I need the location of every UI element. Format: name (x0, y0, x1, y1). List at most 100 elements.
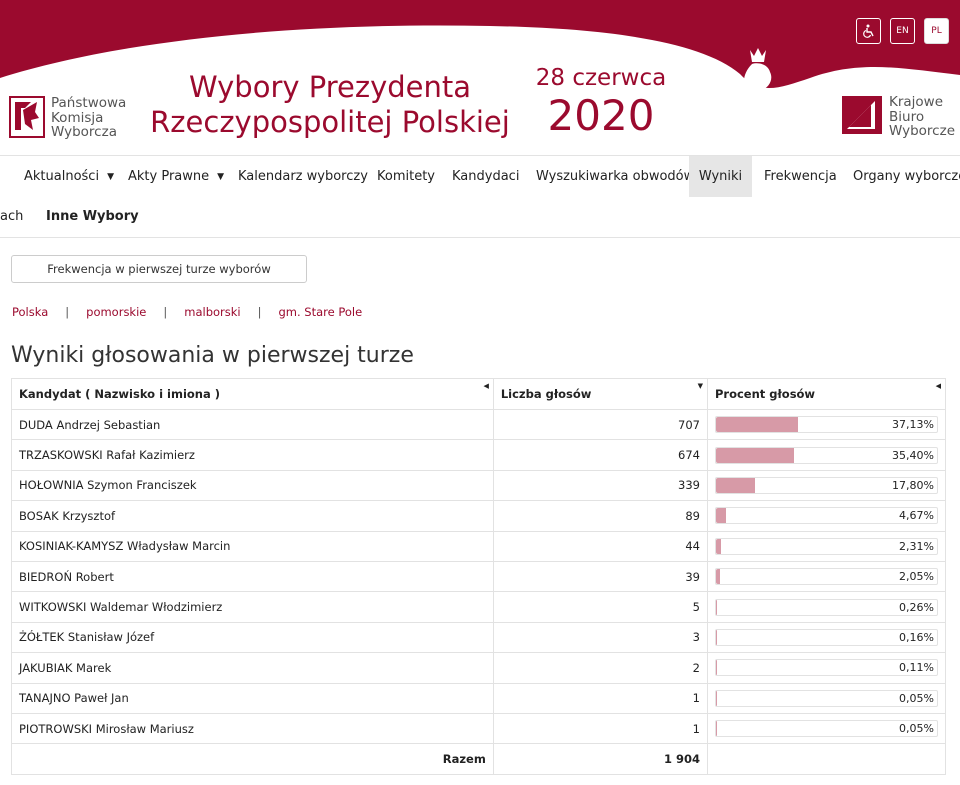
percent-cell: 4,67% (706, 500, 947, 532)
vote-count: 707 (492, 408, 708, 441)
sort-left-icon: ◀ (935, 382, 941, 390)
percent-cell: 37,13% (706, 408, 947, 441)
kbw-logo[interactable]: Krajowe Biuro Wyborcze (841, 95, 955, 139)
vote-count: 1 (492, 712, 708, 745)
kbw-logo-line: Biuro (889, 108, 925, 125)
pkw-logo[interactable]: Państwowa Komisja Wyborcza (9, 96, 126, 140)
kbw-logo-line: Wyborcze (889, 123, 955, 139)
subnav-item-inne-wybory[interactable]: Inne Wybory (46, 209, 139, 224)
table-row: BIEDROŃ Robert 39 2,05% (11, 560, 947, 593)
breadcrumb: Polska | pomorskie | malborski | gm. Stare … (12, 305, 362, 319)
percent-cell: 2,05% (706, 560, 947, 593)
percent-cell: 0,16% (706, 621, 947, 654)
lang-en-button[interactable]: EN (890, 18, 915, 44)
table-row: DUDA Andrzej Sebastian 707 37,13% (11, 408, 947, 441)
vote-count: 3 (492, 621, 708, 654)
column-header-label: Liczba głosów (500, 387, 592, 401)
breadcrumb-stare-pole[interactable]: gm. Stare Pole (278, 305, 362, 319)
nav-item-label: Kandydaci (452, 169, 520, 184)
percent-value: 2,31% (899, 539, 934, 553)
pkw-logo-icon (9, 96, 45, 138)
percent-bar: 37,13% (714, 416, 938, 434)
percent-cell: 0,05% (706, 682, 947, 714)
column-header-percent[interactable]: Procent głosów ◀ (706, 378, 947, 410)
top-buttons: EN PL (856, 18, 949, 44)
percent-bar: 0,26% (714, 598, 938, 616)
table-total-row: Razem 1 904 (11, 743, 947, 775)
column-header-votes[interactable]: Liczba głosów ▼ (492, 378, 708, 410)
lang-pl-button[interactable]: PL (924, 18, 949, 44)
nav-item-kandydaci[interactable]: Kandydaci (452, 156, 519, 197)
vote-count: 5 (492, 591, 708, 623)
nav-item-label: Wyniki (698, 169, 743, 184)
sort-down-icon: ▼ (697, 382, 703, 390)
column-header-label: Kandydat ( Nazwisko i imiona ) (19, 387, 220, 401)
percent-bar-fill (715, 417, 798, 433)
breadcrumb-malborski[interactable]: malborski (184, 305, 240, 319)
caret-down-icon: ▼ (107, 172, 114, 182)
percent-value: 4,67% (899, 509, 934, 523)
candidate-name: KOSINIAK-KAMYSZ Władysław Marcin (11, 530, 494, 562)
percent-value: 0,11% (899, 661, 934, 675)
percent-cell: 35,40% (706, 439, 947, 471)
candidate-name: DUDA Andrzej Sebastian (11, 408, 494, 441)
percent-value: 2,05% (899, 570, 934, 584)
vote-count: 39 (492, 560, 708, 593)
candidate-name: TRZASKOWSKI Rafał Kazimierz (11, 439, 494, 471)
candidate-name: JAKUBIAK Marek (11, 652, 494, 684)
subnav-item-partial[interactable]: ach (0, 209, 23, 224)
percent-cell: 2,31% (706, 530, 947, 562)
nav-item-akty-prawne[interactable]: Akty Prawne ▼ (128, 156, 224, 197)
percent-bar: 2,31% (714, 537, 938, 555)
percent-bar-fill (715, 477, 756, 493)
pkw-logo-line: Wyborcza (51, 124, 117, 140)
candidate-name: BOSAK Krzysztof (11, 500, 494, 532)
breadcrumb-pomorskie[interactable]: pomorskie (86, 305, 146, 319)
nav-item-label: Frekwencja (764, 169, 837, 184)
breadcrumb-separator: | (163, 305, 168, 319)
percent-bar: 35,40% (714, 446, 938, 464)
percent-bar: 2,05% (714, 568, 938, 586)
breadcrumb-polska[interactable]: Polska (12, 305, 48, 319)
nav-item-frekwencja[interactable]: Frekwencja (764, 156, 837, 197)
percent-bar: 0,11% (714, 659, 938, 677)
vote-count: 44 (492, 530, 708, 562)
percent-bar-fill (715, 508, 727, 524)
election-date-year: 2020 (547, 91, 655, 140)
table-row: JAKUBIAK Marek 2 0,11% (11, 652, 947, 684)
percent-bar: 17,80% (714, 476, 938, 494)
table-row: WITKOWSKI Waldemar Włodzimierz 5 0,26% (11, 591, 947, 623)
accessibility-button[interactable] (856, 18, 881, 44)
nav-item-kalendarz[interactable]: Kalendarz wyborczy (238, 156, 368, 197)
table-row: TANAJNO Paweł Jan 1 0,05% (11, 682, 947, 714)
table-row: TRZASKOWSKI Rafał Kazimierz 674 35,40% (11, 439, 947, 471)
turnout-button[interactable]: Frekwencja w pierwszej turze wyborów (11, 255, 307, 283)
table-row: PIOTROWSKI Mirosław Mariusz 1 0,05% (11, 712, 947, 745)
percent-bar: 0,05% (714, 689, 938, 707)
percent-value: 0,26% (899, 600, 934, 614)
election-date: 28 czerwca 2020 (530, 64, 672, 140)
nav-item-aktualnosci[interactable]: Aktualności ▼ (24, 156, 114, 197)
election-title-line1: Wybory Prezydenta (188, 70, 472, 104)
percent-cell: 0,26% (706, 591, 947, 623)
eagle-icon (730, 48, 780, 138)
main-nav: Aktualności ▼ Akty Prawne ▼ Kalendarz wybo… (0, 155, 960, 197)
nav-item-wyniki[interactable]: Wyniki (689, 156, 752, 197)
nav-item-label: Aktualności (24, 169, 100, 184)
nav-item-komitety[interactable]: Komitety (377, 156, 435, 197)
nav-item-wyszukiwarka[interactable]: Wyszukiwarka obwodów (536, 156, 694, 197)
table-row: HOŁOWNIA Szymon Franciszek 339 17,80% (11, 469, 947, 502)
column-header-candidate[interactable]: Kandydat ( Nazwisko i imiona ) ◀ (11, 378, 494, 410)
table-row: KOSINIAK-KAMYSZ Władysław Marcin 44 2,31% (11, 530, 947, 562)
table-body: DUDA Andrzej Sebastian 707 37,13% TRZASKOWS… (11, 408, 947, 745)
election-title-line2: Rzeczypospolitej Polskiej (150, 105, 510, 139)
vote-count: 339 (492, 469, 708, 502)
pkw-logo-line: Komisja (51, 109, 104, 126)
vote-count: 89 (492, 500, 708, 532)
total-empty-cell (706, 743, 947, 775)
nav-item-organy[interactable]: Organy wyborcze (853, 156, 960, 197)
total-votes: 1 904 (492, 743, 708, 775)
nav-item-label: Komitety (377, 169, 435, 184)
sub-nav: ach Inne Wybory (0, 197, 960, 238)
percent-bar: 0,16% (714, 628, 938, 646)
